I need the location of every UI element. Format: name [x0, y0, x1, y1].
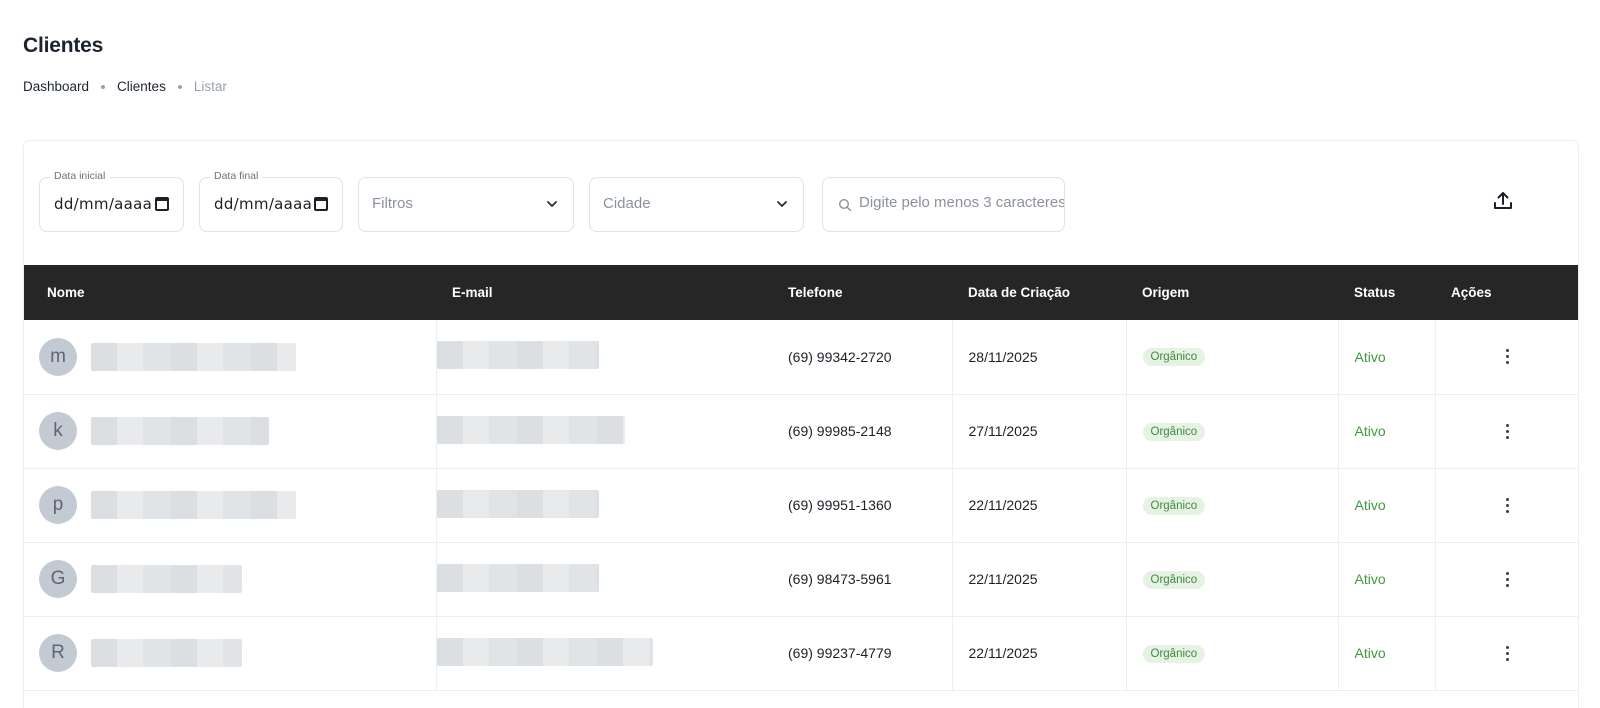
filter-bar: Data inicial dd/mm/aaaa Data final dd/mm…: [24, 141, 1578, 265]
breadcrumb-clientes[interactable]: Clientes: [117, 79, 166, 94]
column-header-status[interactable]: Status: [1338, 265, 1435, 320]
origem-badge: Orgânico: [1142, 496, 1206, 515]
avatar: G: [39, 560, 77, 598]
end-date-value[interactable]: dd/mm/aaaa: [214, 195, 312, 213]
redacted-name: [91, 417, 269, 445]
origem-badge: Orgânico: [1142, 570, 1206, 589]
more-actions-icon[interactable]: [1506, 571, 1510, 587]
table-row[interactable]: p (69) 99951-1360 22/11/2025 Orgânico At…: [24, 468, 1578, 542]
status-text: Ativo: [1354, 423, 1386, 439]
export-button[interactable]: [1489, 187, 1517, 215]
page-title: Clientes: [23, 34, 104, 57]
origem-badge: Orgânico: [1142, 644, 1206, 663]
search-field[interactable]: [822, 177, 1065, 232]
table-row[interactable]: m (69) 99342-2720 28/11/2025 Orgânico At…: [24, 320, 1578, 394]
start-date-label: Data inicial: [50, 170, 110, 182]
more-actions-icon[interactable]: [1506, 423, 1510, 439]
telefone-cell: (69) 99985-2148: [772, 394, 953, 468]
more-actions-icon[interactable]: [1506, 645, 1510, 661]
chevron-down-icon: [777, 201, 787, 207]
cidade-select[interactable]: Cidade: [589, 177, 804, 232]
start-date-value[interactable]: dd/mm/aaaa: [54, 195, 152, 213]
table-row[interactable]: G (69) 98473-5961 22/11/2025 Orgânico At…: [24, 542, 1578, 616]
upload-icon[interactable]: [1491, 189, 1515, 213]
avatar: p: [39, 486, 77, 524]
origem-badge: Orgânico: [1142, 422, 1206, 441]
clients-card: Data inicial dd/mm/aaaa Data final dd/mm…: [23, 140, 1579, 708]
data-criacao-cell: 28/11/2025: [952, 320, 1127, 394]
filtros-select[interactable]: Filtros: [358, 177, 574, 232]
data-criacao-cell: 27/11/2025: [952, 394, 1127, 468]
column-header-telefone[interactable]: Telefone: [772, 265, 952, 320]
redacted-email: [436, 489, 599, 518]
breadcrumb-separator: [101, 84, 106, 89]
end-date-label: Data final: [210, 170, 263, 182]
status-text: Ativo: [1354, 571, 1386, 587]
column-header-email[interactable]: E-mail: [436, 265, 772, 320]
telefone-cell: (69) 99342-2720: [772, 320, 953, 394]
redacted-email: [436, 563, 599, 592]
table-row[interactable]: R (69) 99237-4779 22/11/2025 Orgânico At…: [24, 616, 1578, 690]
status-text: Ativo: [1354, 348, 1386, 365]
avatar: m: [39, 337, 77, 376]
redacted-name: [91, 565, 242, 593]
column-header-acoes: Ações: [1451, 285, 1492, 300]
redacted-email: [436, 415, 625, 444]
data-criacao-cell: 22/11/2025: [952, 542, 1127, 616]
chevron-down-icon: [547, 201, 557, 207]
telefone-cell: (69) 99237-4779: [772, 616, 953, 690]
status-text: Ativo: [1354, 645, 1386, 661]
redacted-email: [436, 637, 653, 666]
redacted-name: [91, 491, 296, 519]
redacted-name: [91, 639, 242, 667]
breadcrumb-listar: Listar: [193, 79, 227, 94]
table-header-row: Nome E-mail Telefone Data de Criação Ori…: [24, 265, 1578, 320]
origem-badge: Orgânico: [1142, 348, 1206, 367]
status-text: Ativo: [1354, 497, 1386, 513]
redacted-email: [436, 341, 599, 370]
breadcrumb: Dashboard Clientes Listar: [23, 79, 227, 94]
calendar-icon[interactable]: [314, 197, 328, 211]
filtros-select-value: Filtros: [372, 195, 413, 212]
data-criacao-cell: 22/11/2025: [952, 468, 1127, 542]
redacted-name: [91, 342, 296, 371]
telefone-cell: (69) 99951-1360: [772, 468, 953, 542]
search-input[interactable]: [859, 194, 1064, 211]
cidade-select-value: Cidade: [603, 195, 651, 212]
data-criacao-cell: 22/11/2025: [952, 616, 1127, 690]
breadcrumb-separator: [177, 84, 182, 89]
more-actions-icon[interactable]: [1506, 497, 1510, 513]
breadcrumb-dashboard[interactable]: Dashboard: [23, 79, 89, 94]
column-header-origem[interactable]: Origem: [1126, 265, 1338, 320]
avatar: R: [39, 634, 77, 672]
column-header-data-criacao[interactable]: Data de Criação: [952, 265, 1126, 320]
calendar-icon[interactable]: [155, 197, 169, 211]
column-header-nome[interactable]: Nome: [24, 265, 436, 320]
avatar: k: [39, 412, 77, 450]
clients-table: Nome E-mail Telefone Data de Criação Ori…: [24, 265, 1578, 691]
table-row[interactable]: k (69) 99985-2148 27/11/2025 Orgânico At…: [24, 394, 1578, 468]
search-icon: [838, 198, 852, 212]
telefone-cell: (69) 98473-5961: [772, 542, 953, 616]
more-actions-icon[interactable]: [1506, 349, 1510, 365]
start-date-field[interactable]: Data inicial dd/mm/aaaa: [39, 170, 184, 232]
end-date-field[interactable]: Data final dd/mm/aaaa: [199, 170, 343, 232]
